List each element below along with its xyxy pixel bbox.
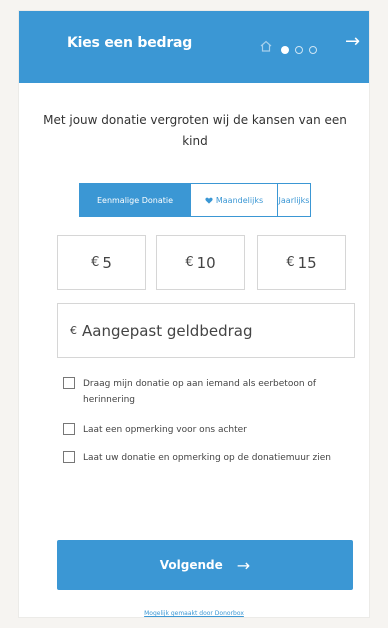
donation-form: Kies een bedrag → Met jouw donatie vergr… xyxy=(18,10,370,618)
amount-value: 10 xyxy=(196,253,216,272)
frequency-once-label: Eenmalige Donatie xyxy=(96,195,174,205)
step-dot-2 xyxy=(295,46,303,54)
frequency-monthly-button[interactable]: Maandelijks xyxy=(190,184,277,216)
comment-label: Laat een opmerking voor ons achter xyxy=(83,425,247,435)
dedicate-donation-option[interactable]: Draag mijn donatie op aan iemand als eer… xyxy=(63,376,353,410)
frequency-yearly-label: Jaarlijks xyxy=(278,195,310,205)
step-title: Kies een bedrag xyxy=(67,35,193,51)
heart-icon xyxy=(205,197,213,204)
next-button[interactable]: Volgende → xyxy=(57,540,353,590)
dedicate-checkbox[interactable] xyxy=(63,377,75,389)
dedicate-label: Draag mijn donatie op aan iemand als eer… xyxy=(83,379,317,405)
step-dot-3 xyxy=(309,46,317,54)
amount-5-button[interactable]: € 5 xyxy=(57,235,146,290)
amount-15-button[interactable]: € 15 xyxy=(257,235,346,290)
custom-amount-currency: € xyxy=(70,324,77,337)
amount-value: 15 xyxy=(297,253,317,272)
amount-currency: € xyxy=(91,255,100,270)
donation-wall-label: Laat uw donatie en opmerking op de donat… xyxy=(83,453,331,463)
frequency-yearly-button[interactable]: Jaarlijks xyxy=(277,184,310,216)
show-on-wall-option[interactable]: Laat uw donatie en opmerking op de donat… xyxy=(63,450,353,484)
arrow-right-icon[interactable]: → xyxy=(345,31,360,52)
comment-checkbox[interactable] xyxy=(63,423,75,435)
powered-by-link[interactable]: Mogelijk gemaakt door Donorbox xyxy=(19,610,369,617)
frequency-monthly-label: Maandelijks xyxy=(215,195,264,205)
leave-comment-option[interactable]: Laat een opmerking voor ons achter xyxy=(63,422,353,438)
amount-currency: € xyxy=(185,255,194,270)
frequency-once-button[interactable]: Eenmalige Donatie xyxy=(80,184,190,216)
frequency-selector: Eenmalige Donatie Maandelijks Jaarlijks xyxy=(79,183,311,217)
step-dot-1 xyxy=(281,46,289,54)
custom-amount-placeholder: Aangepast geldbedrag xyxy=(82,321,253,340)
arrow-right-icon: → xyxy=(236,555,251,575)
intro-text: Met jouw donatie vergroten wij de kansen… xyxy=(43,113,347,148)
next-button-label: Volgende xyxy=(159,558,223,572)
custom-amount-input[interactable]: € Aangepast geldbedrag xyxy=(57,303,355,358)
form-header: Kies een bedrag → xyxy=(19,11,369,83)
donation-wall-checkbox[interactable] xyxy=(63,451,75,463)
home-icon[interactable] xyxy=(259,38,273,57)
amount-value: 5 xyxy=(102,253,112,272)
amount-currency: € xyxy=(286,255,295,270)
amount-10-button[interactable]: € 10 xyxy=(156,235,245,290)
